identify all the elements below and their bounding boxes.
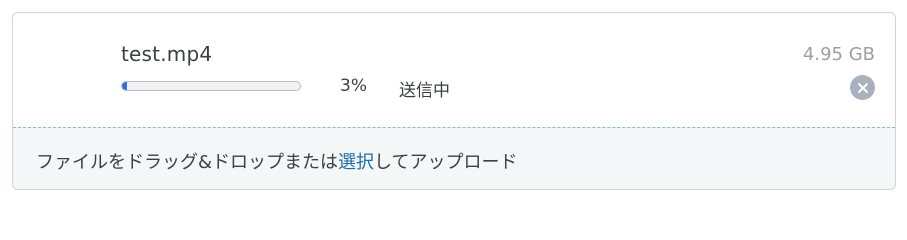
upload-status: 送信中 [399, 81, 450, 101]
file-name: test.mp4 [121, 42, 213, 66]
dropzone-text: ファイルをドラッグ&ドロップまたは選択してアップロード [36, 148, 518, 174]
select-file-link[interactable]: 選択 [338, 152, 374, 173]
dropzone-text-before: ファイルをドラッグ&ドロップまたは [36, 152, 339, 173]
file-size: 4.95 GB [802, 44, 875, 65]
upload-progress-percent: 3% [340, 76, 367, 96]
file-uploader: test.mp4 4.95 GB 3% 送信中 ファイルをドラッグ&ドロップまた… [12, 12, 896, 190]
cancel-upload-button[interactable] [850, 75, 875, 100]
upload-file-row: test.mp4 4.95 GB 3% 送信中 [13, 13, 895, 127]
upload-progress-fill [122, 82, 128, 90]
close-icon [857, 82, 868, 93]
upload-progress-bar [121, 81, 301, 91]
file-dropzone[interactable]: ファイルをドラッグ&ドロップまたは選択してアップロード [13, 127, 895, 189]
dropzone-text-after: してアップロード [374, 152, 518, 173]
